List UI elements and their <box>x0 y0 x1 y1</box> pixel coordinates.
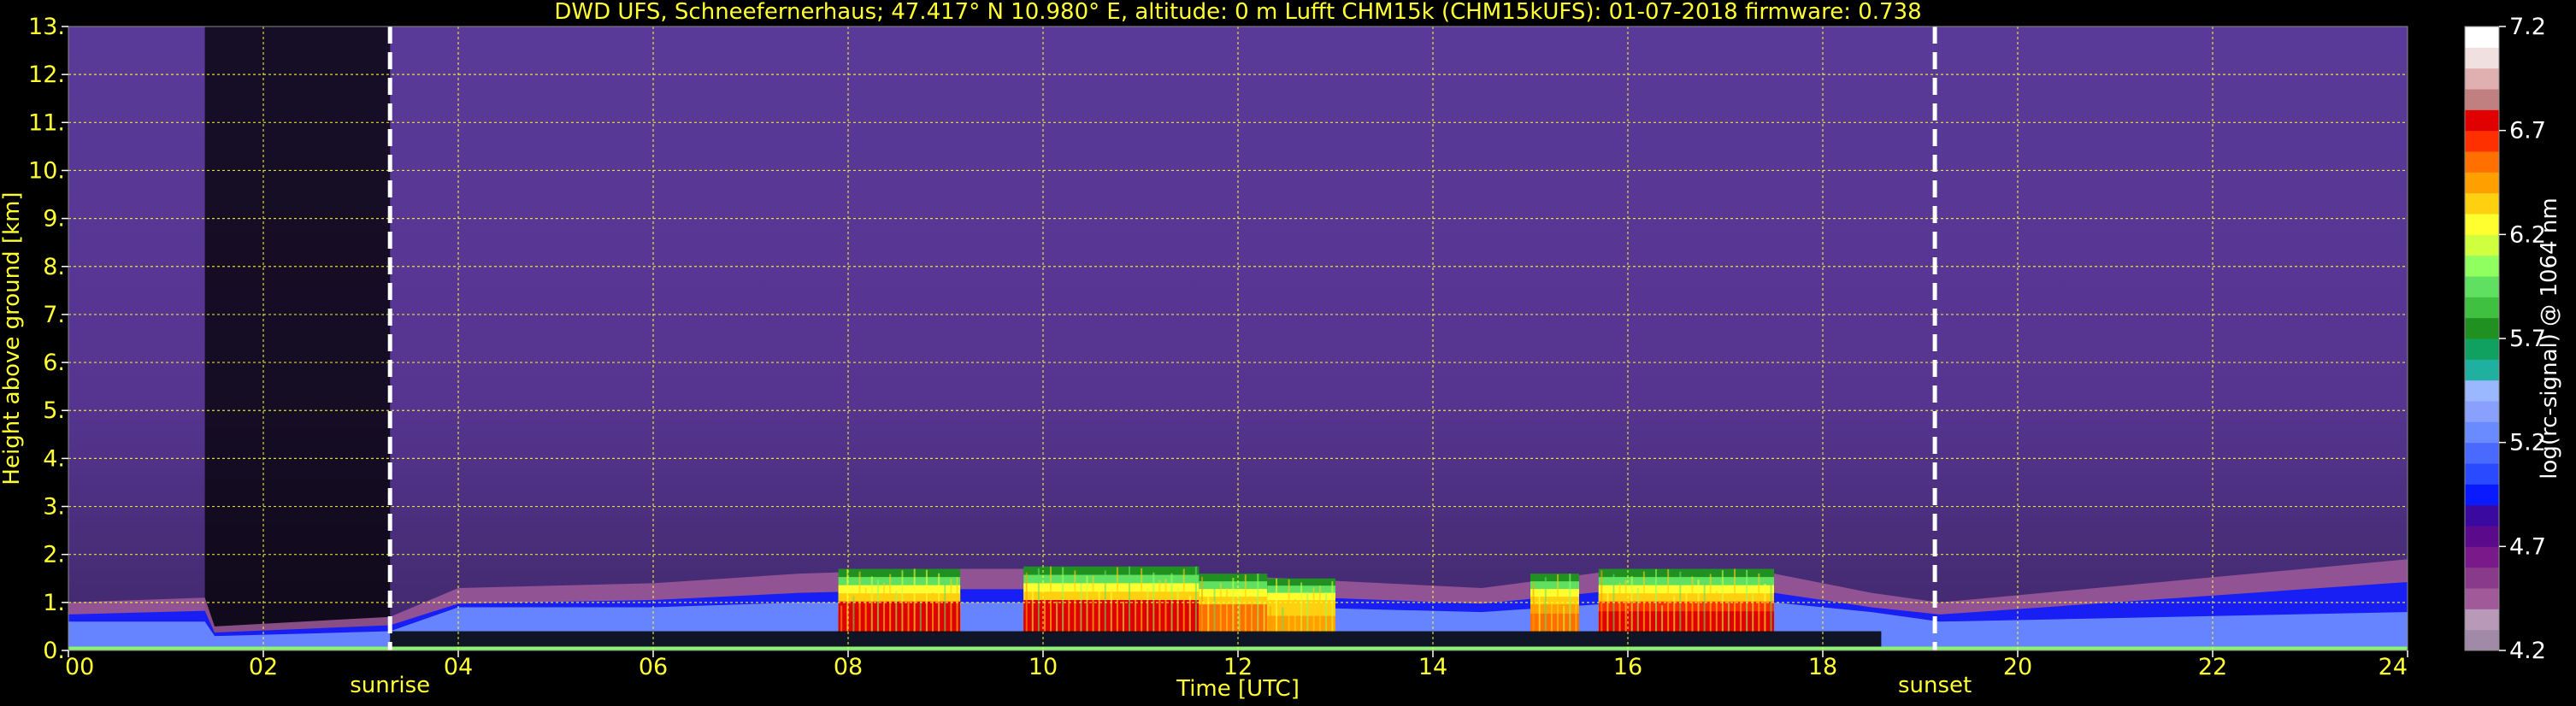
colorbar-segment <box>2465 442 2499 464</box>
sunset-label: sunset <box>1898 673 1972 698</box>
x-tick-label: 00 <box>65 654 94 680</box>
colorbar-segment <box>2465 26 2499 48</box>
y-tick-label: 7. <box>43 302 65 328</box>
convective-segment <box>1598 568 1774 632</box>
colorbar-segment <box>2465 421 2499 444</box>
colorbar-tick-label: 4.7 <box>2509 533 2546 560</box>
colorbar-segment <box>2465 629 2499 651</box>
colorbar-tick-label: 7.2 <box>2509 14 2546 40</box>
colorbar-segment <box>2465 172 2499 194</box>
chart-title: DWD UFS, Schneefernerhaus; 47.417° N 10.… <box>554 0 1921 25</box>
colorbar-segment <box>2465 192 2499 215</box>
colorbar-segment <box>2465 504 2499 527</box>
y-tick-label: 13. <box>28 14 65 40</box>
x-tick-label: 10 <box>1029 654 1058 680</box>
colorbar-segment <box>2465 255 2499 277</box>
y-tick-label: 3. <box>43 494 65 521</box>
x-tick-label: 04 <box>444 654 473 680</box>
y-tick-label: 5. <box>43 397 65 424</box>
colorbar-segment <box>2465 567 2499 589</box>
convective-segment <box>1267 578 1335 632</box>
colorbar-segment <box>2465 463 2499 485</box>
colorbar-segment <box>2465 317 2499 339</box>
colorbar-segment <box>2465 484 2499 506</box>
colorbar-segment <box>2465 401 2499 422</box>
colorbar-segment <box>2465 379 2499 402</box>
x-tick-label: 02 <box>249 654 278 680</box>
night-low-signal-region <box>204 26 391 650</box>
x-tick-label: 08 <box>834 654 863 680</box>
colorbar-segment <box>2465 609 2499 631</box>
sunrise-label: sunrise <box>350 673 430 698</box>
colorbar-label: log(rc-signal) @ 1064 nm <box>2537 197 2562 479</box>
event-labels: sunrise sunset <box>350 673 1972 698</box>
y-tick-label: 4. <box>43 445 65 472</box>
y-axis: 0. 1. 2. 3. 4. 5. 6. 7. 8. 9. 10. 11. 12. 13. <box>28 14 68 664</box>
y-tick-label: 2. <box>43 542 65 568</box>
y-axis-label: Height above ground [km] <box>0 191 25 485</box>
y-tick-label: 6. <box>43 350 65 376</box>
colorbar-segment <box>2465 109 2499 132</box>
colorbar-segment <box>2465 89 2499 110</box>
y-tick-label: 9. <box>43 206 65 232</box>
ceilometer-chart: DWD UFS, Schneefernerhaus; 47.417° N 10.… <box>0 0 2562 702</box>
convective-segment <box>838 568 961 632</box>
colorbar-segment <box>2465 276 2499 297</box>
plot-area <box>68 26 2408 650</box>
x-tick-label: 18 <box>1808 654 1837 680</box>
colorbar-segment <box>2465 359 2499 381</box>
colorbar-tick-label: 6.7 <box>2509 118 2546 144</box>
colorbar-segment <box>2465 214 2499 235</box>
x-tick-label: 14 <box>1418 654 1447 680</box>
y-tick-label: 1. <box>43 590 65 616</box>
x-axis-label: Time [UTC] <box>1176 676 1300 702</box>
x-tick-label: 06 <box>639 654 668 680</box>
x-tick-label: 24 <box>2379 654 2408 680</box>
colorbar-segment <box>2465 234 2499 256</box>
colorbar-segment <box>2465 151 2499 173</box>
y-tick-label: 10. <box>28 157 65 184</box>
x-tick-label: 16 <box>1613 654 1642 680</box>
colorbar-tick-label: 4.2 <box>2509 638 2546 664</box>
colorbar-segment <box>2465 68 2499 90</box>
x-tick-label: 22 <box>2198 654 2227 680</box>
y-tick-label: 0. <box>43 638 65 664</box>
colorbar-segment <box>2465 526 2499 547</box>
colorbar-segment <box>2465 47 2499 69</box>
near-ground-dark-band <box>390 631 1882 647</box>
y-tick-label: 12. <box>28 62 65 88</box>
colorbar-segment <box>2465 546 2499 568</box>
y-tick-label: 8. <box>43 254 65 280</box>
colorbar-segment <box>2465 588 2499 609</box>
colorbar-segment <box>2465 130 2499 152</box>
convective-segment <box>1023 566 1200 632</box>
x-tick-label: 20 <box>2003 654 2032 680</box>
colorbar-segment <box>2465 338 2499 360</box>
colorbar-segment <box>2465 297 2499 319</box>
y-tick-label: 11. <box>28 109 65 136</box>
colorbar <box>2464 26 2500 651</box>
